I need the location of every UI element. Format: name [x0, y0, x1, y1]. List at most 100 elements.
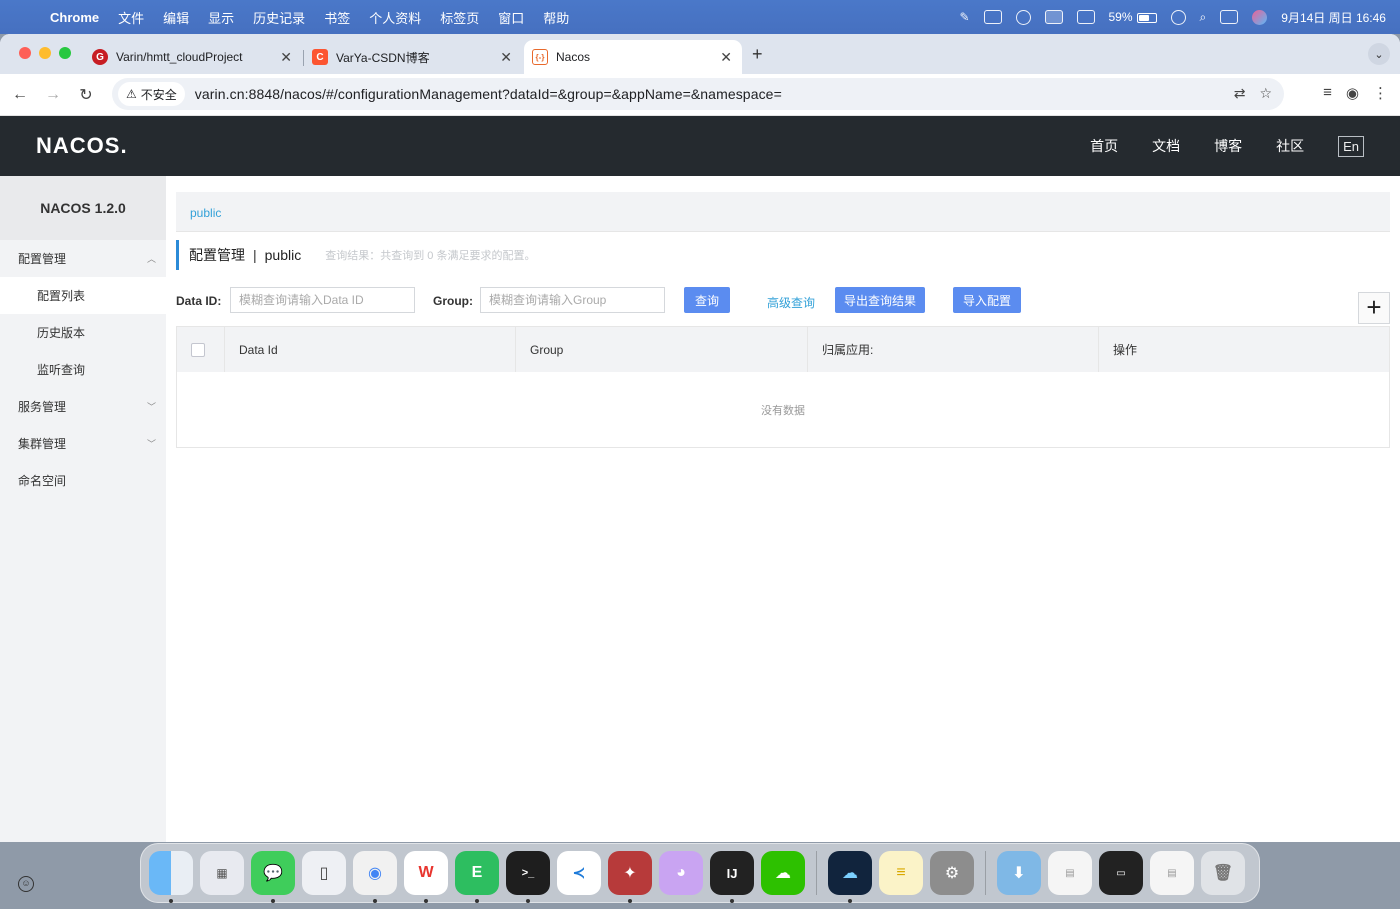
- tab-csdn[interactable]: C VarYa-CSDN博客 ✕: [304, 40, 522, 74]
- menu-bookmarks[interactable]: 书签: [324, 8, 350, 27]
- page-title: 配置管理: [189, 247, 245, 263]
- input-method-icon[interactable]: [1076, 10, 1095, 24]
- vscode-icon[interactable]: ≺: [557, 851, 601, 895]
- launchpad-icon[interactable]: ▦: [200, 851, 244, 895]
- kolla-icon[interactable]: ✦: [608, 851, 652, 903]
- wechat-icon[interactable]: ☁: [761, 851, 805, 895]
- sidebar: NACOS 1.2.0 配置管理 ︿ 配置列表 历史版本 监听查询 服务管理 ﹀…: [0, 176, 166, 842]
- smiley-icon[interactable]: ☺: [18, 876, 34, 892]
- language-toggle-button[interactable]: En: [1338, 135, 1364, 157]
- data-id-input[interactable]: [230, 287, 415, 313]
- recent-doc-icon[interactable]: ▤: [1048, 851, 1092, 895]
- settings-icon[interactable]: ⚙: [930, 851, 974, 895]
- media-control-icon[interactable]: ≡: [1323, 84, 1332, 102]
- sidebar-item-listener[interactable]: 监听查询: [0, 351, 166, 388]
- cat-icon[interactable]: ◕: [659, 851, 703, 895]
- close-tab-icon[interactable]: ✕: [280, 49, 292, 66]
- sidebar-item-config-list[interactable]: 配置列表: [0, 277, 166, 314]
- url-text[interactable]: varin.cn:8848/nacos/#/configurationManag…: [195, 86, 782, 102]
- namespace-public-link[interactable]: public: [190, 206, 221, 220]
- chrome-icon[interactable]: ◉: [353, 851, 397, 903]
- chevron-up-icon: ︿: [146, 254, 156, 264]
- bookmark-star-icon[interactable]: ☆: [1259, 85, 1272, 102]
- menu-help[interactable]: 帮助: [543, 8, 569, 27]
- sidebar-group-label: 服务管理: [18, 400, 67, 414]
- sidebar-group-cluster[interactable]: 集群管理 ﹀: [0, 425, 166, 462]
- menu-profiles[interactable]: 个人资料: [369, 8, 421, 27]
- close-window-button[interactable]: [19, 47, 31, 59]
- version-label: NACOS 1.2.0: [0, 176, 166, 240]
- sidebar-item-label: 命名空间: [18, 474, 67, 488]
- downloads-folder-icon[interactable]: ⬇: [997, 851, 1041, 895]
- import-config-button[interactable]: 导入配置: [953, 287, 1021, 313]
- namespace-breadcrumb: public: [176, 192, 1390, 232]
- nav-blog[interactable]: 博客: [1214, 136, 1242, 156]
- column-group: Group: [516, 327, 808, 372]
- siri-icon[interactable]: [1252, 9, 1268, 25]
- add-config-button[interactable]: +: [1358, 292, 1390, 324]
- menu-window[interactable]: 窗口: [498, 8, 524, 27]
- sidebar-group-service[interactable]: 服务管理 ﹀: [0, 388, 166, 425]
- battery-status[interactable]: 59%: [1109, 10, 1157, 24]
- menu-file[interactable]: 文件: [118, 8, 144, 27]
- select-all-checkbox[interactable]: [191, 342, 205, 357]
- reload-icon[interactable]: ↻: [75, 85, 97, 105]
- back-icon[interactable]: ←: [9, 86, 31, 104]
- export-results-button[interactable]: 导出查询结果: [835, 287, 925, 313]
- control-center-icon[interactable]: [1220, 10, 1239, 24]
- sidebar-item-namespace[interactable]: 命名空间: [0, 462, 166, 499]
- recent-window-icon[interactable]: ▭: [1099, 851, 1143, 895]
- profile-icon[interactable]: ◉: [1346, 84, 1359, 102]
- tab-title: Varin/hmtt_cloudProject: [116, 50, 243, 64]
- wps-status-icon[interactable]: [983, 10, 1002, 24]
- menu-edit[interactable]: 编辑: [163, 8, 189, 27]
- translate-icon[interactable]: ⇄: [1234, 85, 1246, 102]
- forward-icon[interactable]: →: [42, 86, 64, 104]
- recent-file-icon[interactable]: ▤: [1150, 851, 1194, 895]
- sidebar-item-history[interactable]: 历史版本: [0, 314, 166, 351]
- close-tab-icon[interactable]: ✕: [720, 49, 732, 66]
- new-tab-icon[interactable]: +: [752, 44, 763, 65]
- menu-app-name[interactable]: Chrome: [50, 10, 99, 25]
- close-tab-icon[interactable]: ✕: [500, 49, 512, 66]
- select-all-cell: [177, 327, 225, 372]
- group-input[interactable]: [480, 287, 665, 313]
- battery-icon: [1136, 12, 1157, 23]
- macos-dock: ▦ 💬 ▯ ◉ W E >_ ≺ ✦ ◕ IJ ☁ ☁ ≡ ⚙ ⬇ ▤ ▭ ▤ …: [140, 843, 1260, 903]
- address-bar[interactable]: ⚠ 不安全 varin.cn:8848/nacos/#/configuratio…: [112, 78, 1284, 110]
- menu-clock[interactable]: 9月14日 周日 16:46: [1281, 9, 1386, 26]
- menu-tab[interactable]: 标签页: [440, 8, 479, 27]
- zoom-window-button[interactable]: [59, 47, 71, 59]
- notes-icon[interactable]: ≡: [879, 851, 923, 895]
- intellij-icon[interactable]: IJ: [710, 851, 754, 903]
- menu-view[interactable]: 显示: [208, 8, 234, 27]
- wps-icon[interactable]: W: [404, 851, 448, 903]
- spotlight-search-icon[interactable]: ⌕: [1200, 10, 1207, 25]
- tab-nacos[interactable]: {-} Nacos ✕: [524, 40, 742, 74]
- sidebar-group-label: 集群管理: [18, 437, 67, 451]
- nav-community[interactable]: 社区: [1276, 136, 1304, 156]
- phone-mirror-icon[interactable]: ▯: [302, 851, 346, 895]
- screen-mirror-icon[interactable]: [1044, 10, 1063, 24]
- advanced-query-link[interactable]: 高级查询: [767, 294, 815, 311]
- evernote-icon[interactable]: E: [455, 851, 499, 903]
- sidebar-group-config[interactable]: 配置管理 ︿: [0, 240, 166, 277]
- link-icon[interactable]: [1170, 9, 1186, 25]
- tab-gitee[interactable]: G Varin/hmtt_cloudProject ✕: [84, 40, 304, 74]
- security-indicator[interactable]: ⚠ 不安全: [118, 82, 185, 106]
- nav-home[interactable]: 首页: [1090, 136, 1118, 156]
- minimize-window-button[interactable]: [39, 47, 51, 59]
- nacos-logo[interactable]: NACOS.: [36, 133, 128, 159]
- finder-icon[interactable]: [149, 851, 193, 903]
- trash-icon[interactable]: 🗑: [1201, 851, 1245, 895]
- more-menu-icon[interactable]: ⋮: [1373, 84, 1388, 102]
- query-button[interactable]: 查询: [684, 287, 730, 313]
- baidu-cloud-icon[interactable]: ☁: [828, 851, 872, 903]
- nav-docs[interactable]: 文档: [1152, 136, 1180, 156]
- terminal-icon[interactable]: >_: [506, 851, 550, 903]
- play-icon[interactable]: [1015, 9, 1031, 25]
- messages-icon[interactable]: 💬: [251, 851, 295, 903]
- pen-icon[interactable]: ✎: [959, 10, 969, 24]
- menu-history[interactable]: 历史记录: [253, 8, 305, 27]
- tab-search-icon[interactable]: ⌄: [1368, 43, 1390, 65]
